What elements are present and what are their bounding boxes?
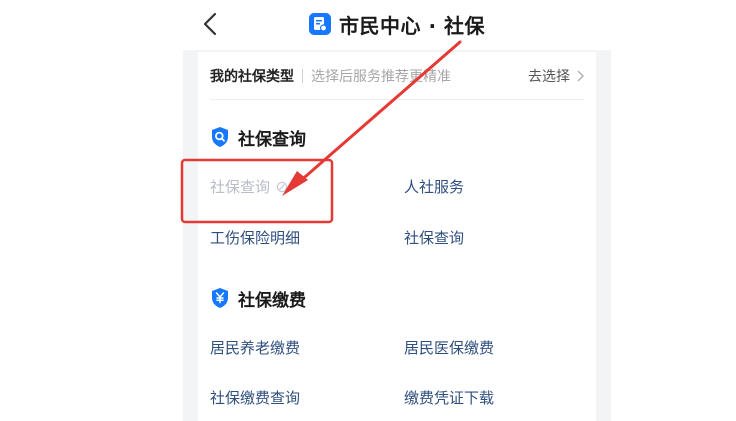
document-icon [308,13,331,35]
link-icon [276,181,288,193]
page-title-group: 市民中心 · 社保 [183,10,611,38]
service-item-social-security-query[interactable]: 社保查询 [210,174,288,200]
choose-type-link[interactable]: 去选择 [528,52,584,100]
type-label: 我的社保类型 [210,69,294,85]
services-card: 我的社保类型 选择后服务推荐更精准 去选择 社保查询 社保查询 人社服务 工伤保… [198,52,596,421]
page-title: 市民中心 · 社保 [338,13,486,38]
service-label: 居民养老缴费 [210,339,301,357]
service-label: 工伤保险明细 [210,229,301,247]
service-label: 居民医保缴费 [404,339,495,357]
chevron-right-icon [577,70,584,82]
top-bar: 市民中心 · 社保 [183,0,611,50]
service-item-hr-services[interactable]: 人社服务 [404,174,464,200]
section-payment-header: 社保缴费 [210,283,306,313]
search-shield-icon [212,127,228,147]
yen-shield-icon [212,288,228,308]
service-label: 社保查询 [210,178,271,196]
service-label: 人社服务 [404,178,465,196]
service-item-resident-medical-payment[interactable]: 居民医保缴费 [404,335,494,361]
service-item-resident-pension-payment[interactable]: 居民养老缴费 [210,335,300,361]
row-separator [210,99,584,100]
divider [302,69,303,83]
choose-type-label: 去选择 [528,69,570,85]
section-query-header: 社保查询 [210,122,306,152]
service-label: 社保缴费查询 [210,389,301,407]
service-label: 缴费凭证下载 [404,389,495,407]
phone-screen: 市民中心 · 社保 我的社保类型 选择后服务推荐更精准 去选择 社保查询 社保查 [183,0,611,421]
service-item-injury-insurance-detail[interactable]: 工伤保险明细 [210,225,300,251]
section-title: 社保缴费 [238,290,306,311]
service-item-social-security-query-2[interactable]: 社保查询 [404,225,464,251]
service-label: 社保查询 [404,229,465,247]
type-hint: 选择后服务推荐更精准 [311,69,451,85]
service-item-payment-query[interactable]: 社保缴费查询 [210,385,300,411]
section-title: 社保查询 [238,129,306,150]
service-item-payment-receipt-download[interactable]: 缴费凭证下载 [404,385,494,411]
